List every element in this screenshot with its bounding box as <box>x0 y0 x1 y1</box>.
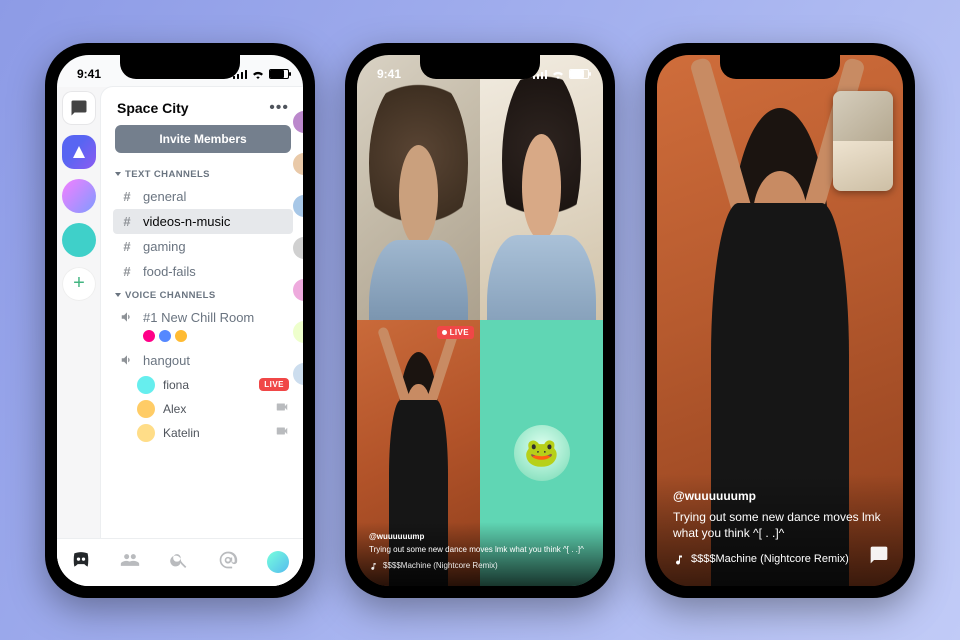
video-icon <box>275 424 289 441</box>
speaker-icon <box>120 353 134 367</box>
voice-hangout[interactable]: hangout <box>113 348 293 373</box>
caption-handle: @wuuuuuump <box>369 532 591 543</box>
battery-icon <box>269 69 289 79</box>
server-rail: + <box>57 87 101 586</box>
server-icon-2[interactable] <box>62 179 96 213</box>
tab-home[interactable] <box>71 550 91 575</box>
now-playing: $$$$Machine (Nightcore Remix) <box>673 552 887 567</box>
server-title: Space City <box>117 100 189 116</box>
pip-tile-1 <box>833 91 893 141</box>
add-server-button[interactable]: + <box>62 267 96 301</box>
server-icon-3[interactable] <box>62 223 96 257</box>
message-icon <box>70 99 88 117</box>
sail-icon <box>70 143 88 161</box>
video-icon <box>275 400 289 417</box>
channel-gaming[interactable]: #gaming <box>113 234 293 259</box>
video-tile-1[interactable] <box>357 55 480 321</box>
speaker-icon <box>120 310 134 324</box>
status-time: 9:41 <box>377 67 401 81</box>
video-tile-2[interactable] <box>480 55 603 321</box>
tab-friends[interactable] <box>120 550 140 575</box>
category-voice-channels[interactable]: VOICE CHANNELS <box>113 284 293 305</box>
notch <box>720 55 840 79</box>
hash-icon: # <box>119 214 135 229</box>
status-time: 9:41 <box>77 67 101 81</box>
pip-participants[interactable] <box>833 91 893 191</box>
tab-mentions[interactable] <box>218 550 238 575</box>
overlay-handle: @wuuuuuump <box>673 488 887 505</box>
participant-avatar <box>357 55 480 321</box>
hash-icon: # <box>119 239 135 254</box>
video-grid: LIVE 🐸 <box>357 55 603 586</box>
invite-members-button[interactable]: Invite Members <box>115 125 291 153</box>
phone-mock-fullscreen-stream: @wuuuuuump Trying out some new dance mov… <box>645 43 915 598</box>
phone-mock-channels: 9:41 + Space City <box>45 43 315 598</box>
hash-icon: # <box>119 264 135 279</box>
voice-room-avatars <box>113 328 293 344</box>
battery-icon <box>569 69 589 79</box>
dm-button[interactable] <box>62 91 96 125</box>
member-alex[interactable]: Alex <box>113 397 293 421</box>
music-note-icon <box>673 554 685 566</box>
tab-search[interactable] <box>169 550 189 575</box>
overlay-caption: Trying out some new dance moves lmk what… <box>673 510 881 541</box>
channel-videos-n-music[interactable]: #videos-n-music <box>113 209 293 234</box>
chat-button[interactable] <box>869 545 889 570</box>
channel-food-fails[interactable]: #food-fails <box>113 259 293 284</box>
wifi-icon <box>551 69 565 79</box>
live-badge: LIVE <box>437 326 474 339</box>
member-fiona[interactable]: fiona LIVE <box>113 373 293 397</box>
pip-tile-2 <box>833 141 893 191</box>
notch <box>420 55 540 79</box>
channel-panel: Space City ••• Invite Members TEXT CHANN… <box>101 87 303 586</box>
phone-mock-video-grid: 9:41 LI <box>345 43 615 598</box>
caption-text: Trying out some new dance moves lmk what… <box>369 545 584 554</box>
live-badge: LIVE <box>259 378 289 391</box>
wumpus-avatar: 🐸 <box>514 425 570 481</box>
now-playing: $$$$Machine (Nightcore Remix) <box>369 561 591 572</box>
bottom-tabbar <box>57 538 303 586</box>
category-text-channels[interactable]: TEXT CHANNELS <box>113 163 293 184</box>
channel-general[interactable]: #general <box>113 184 293 209</box>
participant-avatar <box>480 55 603 321</box>
voice-chill-room[interactable]: #1 New Chill Room <box>113 305 293 330</box>
member-katelin[interactable]: Katelin <box>113 421 293 445</box>
chat-icon <box>869 545 889 565</box>
wifi-icon <box>251 69 265 79</box>
hash-icon: # <box>119 189 135 204</box>
stream-caption: @wuuuuuump Trying out some new dance mov… <box>357 522 603 585</box>
music-note-icon <box>369 562 378 571</box>
tab-profile[interactable] <box>267 551 289 573</box>
member-rail <box>287 111 303 385</box>
notch <box>120 55 240 79</box>
stream-overlay: @wuuuuuump Trying out some new dance mov… <box>657 474 903 586</box>
server-icon-1[interactable] <box>62 135 96 169</box>
